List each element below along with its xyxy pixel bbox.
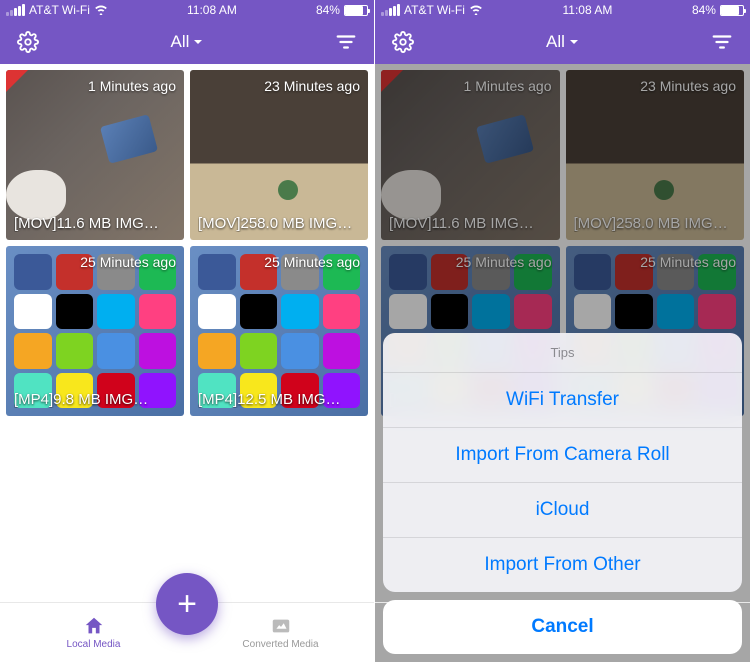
sheet-cancel-button[interactable]: Cancel bbox=[383, 600, 742, 654]
new-badge bbox=[6, 70, 28, 92]
image-icon bbox=[270, 615, 292, 637]
filter-dropdown[interactable]: All bbox=[171, 32, 204, 52]
media-name: [MOV]258.0 MB IMG… bbox=[198, 215, 360, 232]
settings-button[interactable] bbox=[389, 28, 417, 56]
action-sheet-title: Tips bbox=[383, 333, 742, 373]
phone-screen-left: AT&T Wi-Fi 11:08 AM 84% All 1 bbox=[0, 0, 375, 662]
action-sheet: Tips WiFi Transfer Import From Camera Ro… bbox=[383, 333, 742, 654]
sort-button[interactable] bbox=[708, 28, 736, 56]
toolbar: All bbox=[0, 20, 374, 64]
battery-percent: 84% bbox=[692, 3, 716, 17]
action-sheet-options: Tips WiFi Transfer Import From Camera Ro… bbox=[383, 333, 742, 592]
chevron-down-icon bbox=[569, 37, 579, 47]
tab-local-media[interactable]: Local Media bbox=[44, 615, 144, 650]
add-button[interactable]: + bbox=[156, 573, 218, 635]
status-bar: AT&T Wi-Fi 11:08 AM 84% bbox=[375, 0, 750, 20]
signal-icon bbox=[381, 4, 400, 16]
toolbar: All bbox=[375, 20, 750, 64]
phone-screen-right: AT&T Wi-Fi 11:08 AM 84% All 1 bbox=[375, 0, 750, 662]
carrier-label: AT&T Wi-Fi bbox=[29, 3, 90, 17]
filter-icon bbox=[335, 31, 357, 53]
gear-icon bbox=[392, 31, 414, 53]
sheet-option-camera-roll[interactable]: Import From Camera Roll bbox=[383, 428, 742, 483]
app-header: AT&T Wi-Fi 11:08 AM 84% All bbox=[375, 0, 750, 64]
filter-dropdown[interactable]: All bbox=[546, 32, 579, 52]
gear-icon bbox=[17, 31, 39, 53]
sheet-option-other[interactable]: Import From Other bbox=[383, 538, 742, 592]
status-bar: AT&T Wi-Fi 11:08 AM 84% bbox=[0, 0, 374, 20]
media-item[interactable]: 1 Minutes ago [MOV]11.6 MB IMG… bbox=[6, 70, 184, 240]
media-item[interactable]: 25 Minutes ago [MP4]9.8 MB IMG… bbox=[6, 246, 184, 416]
media-name: [MOV]11.6 MB IMG… bbox=[14, 215, 176, 232]
media-name: [MP4]9.8 MB IMG… bbox=[14, 391, 176, 408]
carrier-label: AT&T Wi-Fi bbox=[404, 3, 465, 17]
tab-converted-media[interactable]: Converted Media bbox=[231, 615, 331, 650]
battery-icon bbox=[720, 5, 744, 16]
chevron-down-icon bbox=[193, 37, 203, 47]
filter-label: All bbox=[546, 32, 565, 52]
status-time: 11:08 AM bbox=[187, 3, 237, 17]
sort-button[interactable] bbox=[332, 28, 360, 56]
wifi-icon bbox=[469, 5, 483, 15]
plus-icon: + bbox=[177, 585, 197, 624]
media-name: [MP4]12.5 MB IMG… bbox=[198, 391, 360, 408]
media-time: 25 Minutes ago bbox=[264, 254, 360, 270]
tab-label: Converted Media bbox=[242, 639, 318, 650]
status-time: 11:08 AM bbox=[563, 3, 613, 17]
sheet-option-wifi-transfer[interactable]: WiFi Transfer bbox=[383, 373, 742, 428]
media-grid: 1 Minutes ago [MOV]11.6 MB IMG… 23 Minut… bbox=[0, 64, 374, 602]
filter-label: All bbox=[171, 32, 190, 52]
tab-label: Local Media bbox=[67, 639, 121, 650]
media-item[interactable]: 25 Minutes ago [MP4]12.5 MB IMG… bbox=[190, 246, 368, 416]
settings-button[interactable] bbox=[14, 28, 42, 56]
media-item[interactable]: 23 Minutes ago [MOV]258.0 MB IMG… bbox=[190, 70, 368, 240]
app-header: AT&T Wi-Fi 11:08 AM 84% All bbox=[0, 0, 374, 64]
media-time: 1 Minutes ago bbox=[88, 78, 176, 94]
media-time: 25 Minutes ago bbox=[80, 254, 176, 270]
filter-icon bbox=[711, 31, 733, 53]
battery-percent: 84% bbox=[316, 3, 340, 17]
media-time: 23 Minutes ago bbox=[264, 78, 360, 94]
home-icon bbox=[83, 615, 105, 637]
bottom-tab-bar: Local Media + Converted Media bbox=[0, 602, 374, 662]
signal-icon bbox=[6, 4, 25, 16]
battery-icon bbox=[344, 5, 368, 16]
sheet-option-icloud[interactable]: iCloud bbox=[383, 483, 742, 538]
wifi-icon bbox=[94, 5, 108, 15]
